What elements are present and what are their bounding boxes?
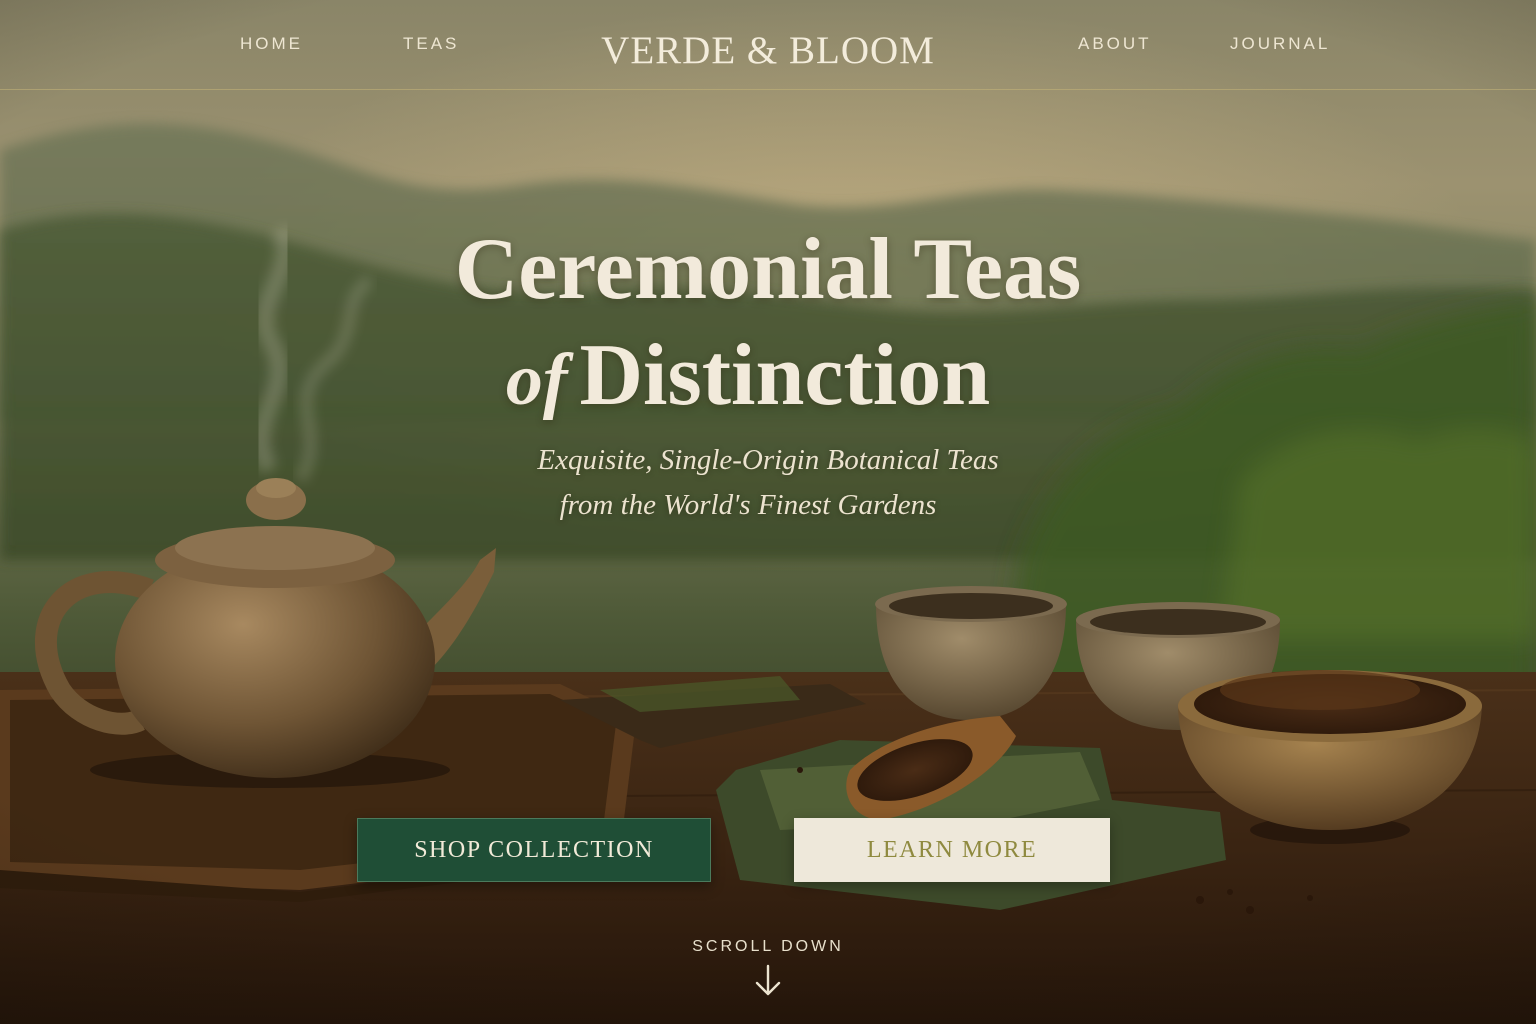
scroll-down-label: SCROLL DOWN (692, 938, 844, 955)
nav-link-about[interactable]: ABOUT (1078, 34, 1152, 54)
hero-subtitle: Exquisite, Single-Origin Botanical Teas … (0, 438, 1536, 528)
hero-subtitle-line-1: Exquisite, Single-Origin Botanical Teas (537, 444, 999, 476)
hero-heading: Ceremonial Teas of Distinction (0, 218, 1536, 434)
learn-more-button[interactable]: LEARN MORE (794, 818, 1110, 882)
top-navigation: HOME TEAS VERDE & BLOOM ABOUT JOURNAL (0, 0, 1536, 90)
brand-name: VERDE & BLOOM (601, 29, 935, 72)
hero-subtitle-line-2: from the World's Finest Gardens (559, 489, 937, 521)
nav-link-journal[interactable]: JOURNAL (1230, 34, 1330, 54)
hero-heading-of: of (505, 339, 568, 421)
shop-collection-button[interactable]: SHOP COLLECTION (357, 818, 711, 882)
arrow-down-icon (755, 964, 781, 996)
hero-heading-line-1: Ceremonial Teas (454, 221, 1082, 318)
landing-page: HOME TEAS VERDE & BLOOM ABOUT JOURNAL Ce… (0, 0, 1536, 1024)
hero-heading-line-2: of Distinction (0, 322, 1536, 434)
hero-heading-distinction: Distinction (579, 327, 991, 424)
scroll-down-indicator[interactable]: SCROLL DOWN (0, 938, 1536, 998)
